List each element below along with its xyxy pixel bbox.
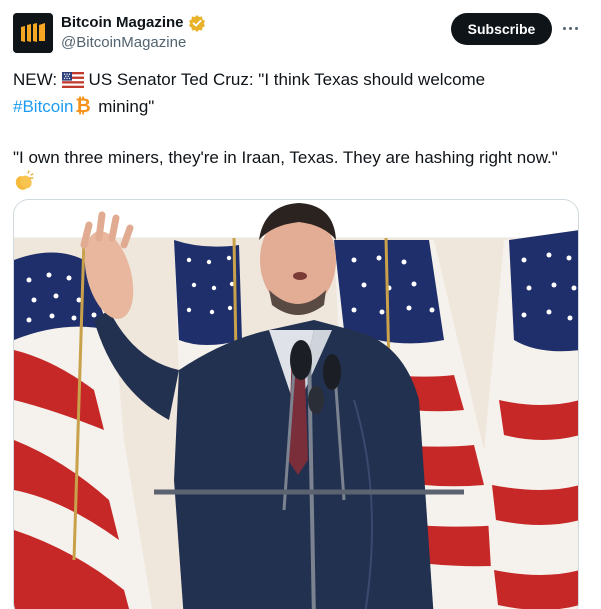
tweet-photo[interactable]	[13, 199, 579, 609]
tweet-quote: "I own three miners, they're in Iraan, T…	[13, 148, 558, 167]
author-handle[interactable]: @BitcoinMagazine	[61, 34, 186, 52]
avatar[interactable]	[13, 13, 53, 53]
svg-text:₿: ₿	[76, 95, 91, 115]
subscribe-button[interactable]: Subscribe	[451, 13, 552, 45]
senator-photo-image	[14, 200, 578, 609]
tweet-line-5	[13, 170, 573, 199]
tweet-line-2: #Bitcoin ₿ mining"	[13, 95, 573, 122]
tweet-text: NEW: US Senator Ted Cruz: "I think Texas…	[13, 68, 573, 199]
bitcoin-emoji: ₿	[73, 95, 93, 122]
author-row: Bitcoin Magazine	[61, 13, 206, 33]
author-name[interactable]: Bitcoin Magazine	[61, 13, 184, 33]
text-line1-rest: US Senator Ted Cruz: "I think Texas shou…	[83, 70, 486, 89]
bitcoin-magazine-logo	[13, 13, 53, 53]
verified-badge-icon[interactable]	[188, 14, 206, 32]
us-flag-emoji	[61, 71, 84, 95]
text-prefix: NEW:	[13, 70, 62, 89]
more-options-icon[interactable]	[560, 18, 580, 38]
hashtag-bitcoin-link[interactable]: #Bitcoin	[13, 97, 73, 116]
clapping-hands-emoji	[13, 170, 35, 199]
tweet-line-1: NEW: US Senator Ted Cruz: "I think Texas…	[13, 68, 573, 95]
text-line2-rest: mining"	[93, 97, 155, 116]
